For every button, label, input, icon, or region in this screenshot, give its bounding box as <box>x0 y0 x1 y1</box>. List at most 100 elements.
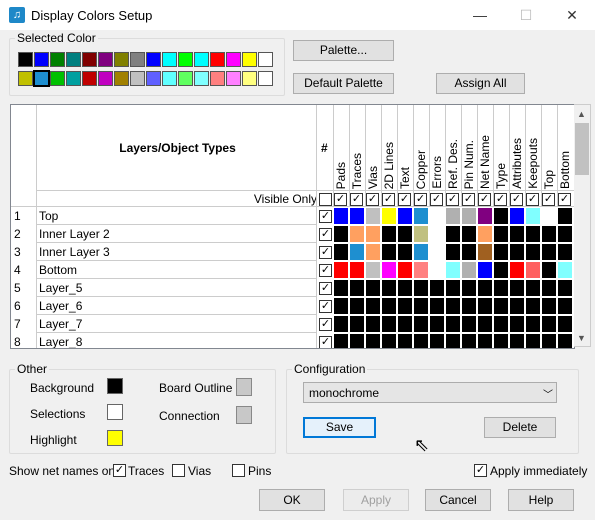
color-cell[interactable] <box>365 261 381 279</box>
column-visible-checkbox[interactable]: ✓ <box>494 193 507 206</box>
color-cell[interactable] <box>477 333 493 348</box>
hash-visible-checkbox[interactable] <box>319 193 332 206</box>
layer-name[interactable]: Inner Layer 3 <box>39 245 309 259</box>
color-cell[interactable] <box>413 315 429 333</box>
color-cell[interactable] <box>429 225 445 243</box>
color-cell[interactable] <box>381 225 397 243</box>
color-cell[interactable] <box>493 279 509 297</box>
color-cell[interactable] <box>477 297 493 315</box>
color-cell[interactable] <box>349 315 365 333</box>
scroll-up-icon[interactable]: ▲ <box>577 109 586 119</box>
color-cell[interactable] <box>413 333 429 348</box>
layer-visible-checkbox[interactable]: ✓ <box>319 210 332 223</box>
palette-swatch[interactable] <box>50 52 65 67</box>
apply-immediately-label[interactable]: Apply immediately <box>490 464 587 478</box>
color-cell[interactable] <box>509 225 525 243</box>
column-visible-checkbox[interactable]: ✓ <box>510 193 523 206</box>
scroll-thumb[interactable] <box>575 123 589 175</box>
color-cell[interactable] <box>525 333 541 348</box>
layer-visible-checkbox[interactable]: ✓ <box>319 300 332 313</box>
selections-color-swatch[interactable] <box>107 404 123 420</box>
color-cell[interactable] <box>413 261 429 279</box>
color-cell[interactable] <box>445 207 461 225</box>
layer-visible-checkbox[interactable]: ✓ <box>319 228 332 241</box>
color-cell[interactable] <box>413 225 429 243</box>
color-cell[interactable] <box>397 297 413 315</box>
help-button[interactable]: Help <box>508 489 574 511</box>
color-cell[interactable] <box>541 243 557 261</box>
color-cell[interactable] <box>333 261 349 279</box>
palette-swatch[interactable] <box>162 71 177 86</box>
column-visible-checkbox[interactable]: ✓ <box>430 193 443 206</box>
configuration-select[interactable]: monochrome ﹀ <box>303 382 557 403</box>
palette-swatch[interactable] <box>194 52 209 67</box>
color-cell[interactable] <box>349 297 365 315</box>
color-cell[interactable] <box>493 333 509 348</box>
color-cell[interactable] <box>429 333 445 348</box>
layer-visible-checkbox[interactable]: ✓ <box>319 246 332 259</box>
pins-label[interactable]: Pins <box>248 464 271 478</box>
color-cell[interactable] <box>333 315 349 333</box>
column-visible-checkbox[interactable]: ✓ <box>446 193 459 206</box>
color-cell[interactable] <box>365 297 381 315</box>
palette-swatch[interactable] <box>226 52 241 67</box>
color-cell[interactable] <box>445 243 461 261</box>
color-cell[interactable] <box>525 297 541 315</box>
color-cell[interactable] <box>381 207 397 225</box>
palette-swatch[interactable] <box>146 71 161 86</box>
color-cell[interactable] <box>365 333 381 348</box>
color-cell[interactable] <box>557 225 573 243</box>
palette-button[interactable]: Palette... <box>293 40 394 61</box>
layer-name[interactable]: Layer_5 <box>39 281 309 295</box>
vias-label[interactable]: Vias <box>188 464 211 478</box>
color-cell[interactable] <box>349 225 365 243</box>
color-cell[interactable] <box>365 315 381 333</box>
palette-swatch[interactable] <box>33 70 50 87</box>
color-cell[interactable] <box>333 225 349 243</box>
color-cell[interactable] <box>397 279 413 297</box>
assign-all-button[interactable]: Assign All <box>436 73 525 94</box>
palette-swatch[interactable] <box>242 52 257 67</box>
layer-visible-checkbox[interactable]: ✓ <box>319 318 332 331</box>
color-cell[interactable] <box>445 225 461 243</box>
color-cell[interactable] <box>413 243 429 261</box>
palette-swatch[interactable] <box>162 52 177 67</box>
column-visible-checkbox[interactable]: ✓ <box>558 193 571 206</box>
color-cell[interactable] <box>349 333 365 348</box>
vias-checkbox[interactable] <box>172 464 185 477</box>
color-cell[interactable] <box>493 297 509 315</box>
color-cell[interactable] <box>429 243 445 261</box>
color-cell[interactable] <box>509 315 525 333</box>
column-visible-checkbox[interactable]: ✓ <box>350 193 363 206</box>
palette-swatch[interactable] <box>98 71 113 86</box>
color-cell[interactable] <box>525 225 541 243</box>
color-cell[interactable] <box>445 333 461 348</box>
color-cell[interactable] <box>541 225 557 243</box>
palette-swatch[interactable] <box>210 71 225 86</box>
color-cell[interactable] <box>397 261 413 279</box>
color-cell[interactable] <box>461 243 477 261</box>
color-cell[interactable] <box>381 261 397 279</box>
color-cell[interactable] <box>477 243 493 261</box>
color-cell[interactable] <box>333 243 349 261</box>
layer-visible-checkbox[interactable]: ✓ <box>319 282 332 295</box>
layer-name[interactable]: Layer_8 <box>39 335 309 348</box>
color-cell[interactable] <box>525 279 541 297</box>
color-cell[interactable] <box>413 297 429 315</box>
color-cell[interactable] <box>541 207 557 225</box>
color-cell[interactable] <box>557 261 573 279</box>
palette-swatch[interactable] <box>178 71 193 86</box>
layer-visible-checkbox[interactable]: ✓ <box>319 264 332 277</box>
palette-swatch[interactable] <box>50 71 65 86</box>
color-cell[interactable] <box>429 297 445 315</box>
palette-swatch[interactable] <box>130 71 145 86</box>
color-cell[interactable] <box>413 279 429 297</box>
color-cell[interactable] <box>333 207 349 225</box>
palette-swatch[interactable] <box>210 52 225 67</box>
color-cell[interactable] <box>397 333 413 348</box>
palette-swatch[interactable] <box>66 71 81 86</box>
close-button[interactable]: ✕ <box>549 0 595 30</box>
color-cell[interactable] <box>461 207 477 225</box>
column-visible-checkbox[interactable]: ✓ <box>382 193 395 206</box>
color-cell[interactable] <box>429 315 445 333</box>
